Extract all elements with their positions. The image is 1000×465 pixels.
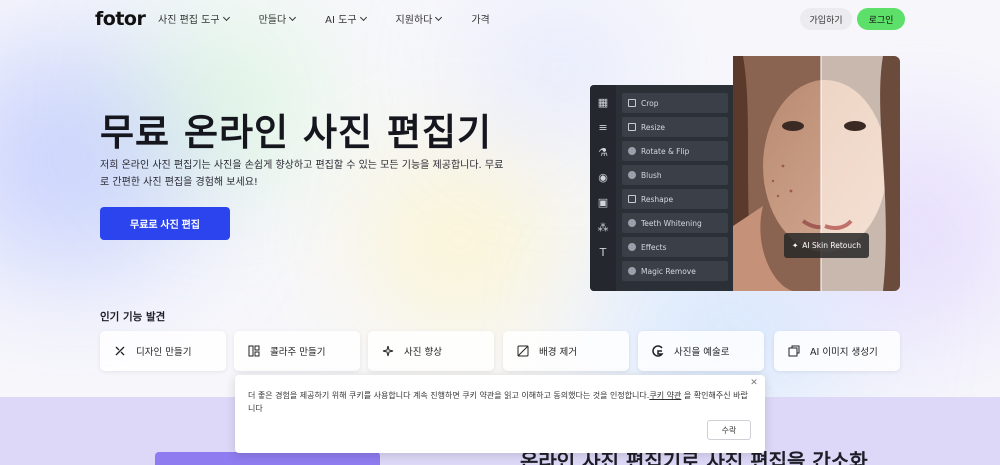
rotate-icon [628, 147, 636, 155]
accept-cookies-button[interactable]: 수락 [707, 420, 751, 440]
hero-title: 무료 온라인 사진 편집기 [100, 111, 493, 154]
chevron-down-icon [289, 13, 297, 21]
enhance-icon [382, 345, 394, 357]
tool-label: Teeth Whitening [641, 218, 702, 228]
art-icon [652, 345, 664, 357]
feature-art[interactable]: 사진을 예술로 [638, 331, 764, 371]
chevron-down-icon [435, 13, 443, 21]
crop-icon [628, 99, 636, 107]
grid-icon: ▦ [597, 96, 609, 109]
cookie-banner: 더 좋은 경험을 제공하기 위해 쿠키를 사용합니다 계속 진행하면 쿠키 약관… [235, 375, 765, 453]
hero-description: 저희 온라인 사진 편집기는 사진을 손쉽게 향상하고 편집할 수 있는 모든 … [100, 160, 504, 188]
tool-resize[interactable]: Resize [622, 117, 728, 137]
feature-label: 배경 제거 [539, 347, 577, 358]
teeth-icon [628, 219, 636, 227]
cookie-policy-link[interactable]: 쿠키 약관 [649, 391, 681, 400]
badge-label: AI Skin Retouch [802, 241, 861, 250]
feature-background-remove[interactable]: 배경 제거 [503, 331, 629, 371]
reshape-icon [628, 195, 636, 203]
nav-label: 지원하다 [395, 15, 433, 26]
text-icon: T [599, 246, 607, 259]
main-nav: 사진 편집 도구 만들다 AI 도구 지원하다 가격 [158, 11, 520, 26]
tool-reshape[interactable]: Reshape [622, 189, 728, 209]
tool-magic-remove[interactable]: Magic Remove [622, 261, 728, 281]
tool-rotate-flip[interactable]: Rotate & Flip [622, 141, 728, 161]
collage-icon [248, 345, 260, 357]
tool-label: Blush [641, 170, 662, 180]
design-icon [114, 345, 126, 357]
tool-label: Reshape [641, 194, 674, 204]
tool-effects[interactable]: Effects [622, 237, 728, 257]
chevron-down-icon [359, 13, 367, 21]
login-button[interactable]: 로그인 [857, 8, 905, 30]
sliders-icon: ≡ [598, 121, 608, 134]
editor-panel-preview: ▦ ≡ ⚗ ◉ ▣ ⁂ T Crop Resize Rotate & Flip … [590, 85, 735, 291]
tool-teeth-whitening[interactable]: Teeth Whitening [622, 213, 728, 233]
blush-icon [628, 171, 636, 179]
ai-image-icon [788, 345, 800, 357]
feature-label: 콜라주 만들기 [270, 347, 326, 358]
editor-toolbar-rail: ▦ ≡ ⚗ ◉ ▣ ⁂ T [590, 85, 616, 291]
nav-label: AI 도구 [325, 15, 357, 26]
tool-label: Magic Remove [641, 266, 696, 276]
feature-ai-image[interactable]: AI 이미지 생성기 [774, 331, 900, 371]
tool-label: Crop [641, 98, 659, 108]
nav-label: 사진 편집 도구 [158, 15, 220, 26]
ai-skin-retouch-badge[interactable]: ✦ AI Skin Retouch [784, 233, 869, 258]
nav-item-photo-tools[interactable]: 사진 편집 도구 [158, 11, 230, 26]
nav-item-create[interactable]: 만들다 [258, 11, 297, 26]
tool-label: Effects [641, 242, 667, 252]
sparkle-icon: ✦ [792, 241, 799, 250]
tool-label: Rotate & Flip [641, 146, 690, 156]
signup-button[interactable]: 가입하기 [800, 8, 852, 30]
features-row: 디자인 만들기 콜라주 만들기 사진 향상 배경 제거 사진을 예술로 AI 이… [100, 331, 900, 371]
feature-enhance[interactable]: 사진 향상 [368, 331, 494, 371]
feature-label: 사진 향상 [404, 347, 442, 358]
flask-icon: ⚗ [598, 146, 608, 159]
nav-label: 만들다 [258, 15, 287, 26]
nav-item-pricing[interactable]: 가격 [471, 11, 489, 26]
feature-label: 디자인 만들기 [136, 347, 192, 358]
site-header: fotor 사진 편집 도구 만들다 AI 도구 지원하다 가격 가입하기 로그… [0, 0, 1000, 38]
magic-remove-icon [628, 267, 636, 275]
nav-item-support[interactable]: 지원하다 [395, 11, 443, 26]
fotor-logo[interactable]: fotor [95, 8, 146, 30]
feature-label: 사진을 예술로 [674, 347, 730, 358]
tool-label: Resize [641, 122, 666, 132]
next-section-card [155, 452, 380, 465]
resize-icon [628, 123, 636, 131]
eye-icon: ◉ [598, 171, 608, 184]
close-icon[interactable]: ✕ [749, 378, 759, 388]
features-title: 인기 기능 발견 [100, 311, 166, 323]
cookie-message: 더 좋은 경험을 제공하기 위해 쿠키를 사용합니다 계속 진행하면 쿠키 약관… [248, 389, 748, 415]
elements-icon: ⁂ [597, 221, 609, 234]
tool-crop[interactable]: Crop [622, 93, 728, 113]
feature-label: AI 이미지 생성기 [810, 347, 878, 358]
nav-item-ai-tools[interactable]: AI 도구 [325, 11, 367, 26]
nav-label: 가격 [471, 15, 490, 26]
effects-icon [628, 243, 636, 251]
tool-blush[interactable]: Blush [622, 165, 728, 185]
frame-icon: ▣ [597, 196, 609, 209]
background-remove-icon [517, 345, 529, 357]
chevron-down-icon [222, 13, 230, 21]
edit-photo-free-button[interactable]: 무료로 사진 편집 [100, 207, 230, 240]
feature-design[interactable]: 디자인 만들기 [100, 331, 226, 371]
cookie-text-before: 더 좋은 경험을 제공하기 위해 쿠키를 사용합니다 계속 진행하면 쿠키 약관… [248, 391, 650, 400]
feature-collage[interactable]: 콜라주 만들기 [234, 331, 360, 371]
